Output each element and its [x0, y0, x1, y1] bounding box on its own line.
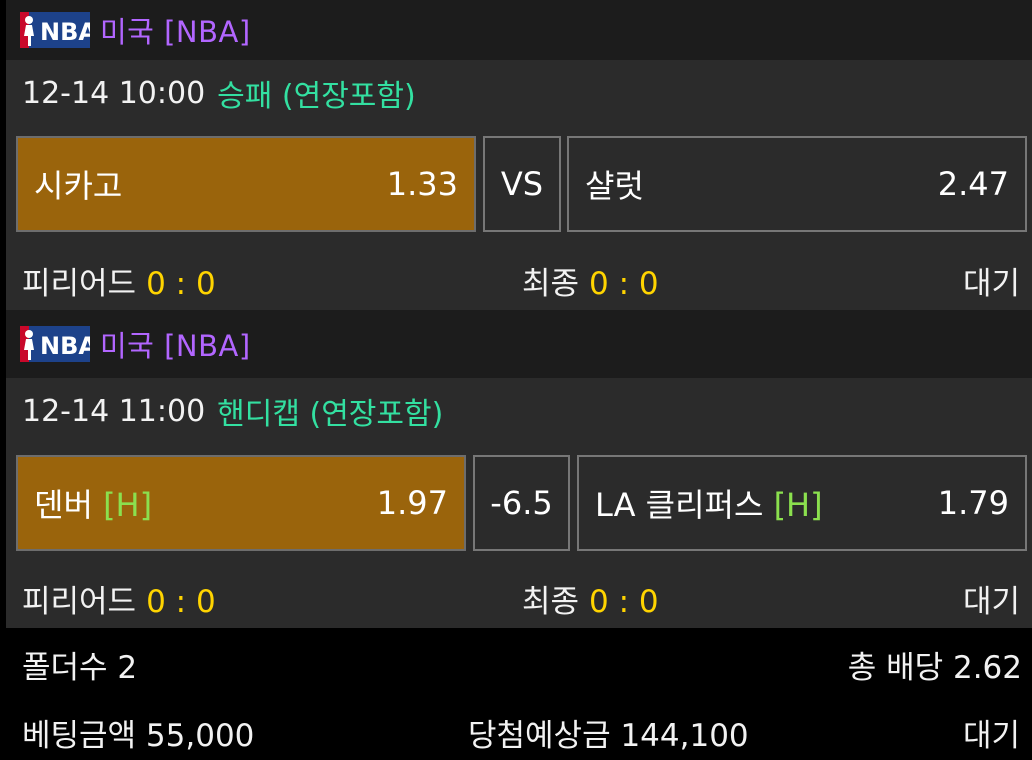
vs-label: VS	[483, 136, 561, 232]
bet-slip: NBA 미국 [NBA] 12-14 10:00 승패 (연장포함) 시카고 1…	[6, 0, 1032, 760]
handicap-tag: [H]	[773, 486, 823, 524]
bet-summary: 폴더수 2 총 배당 2.62 베팅금액 55,000 당첨예상금 144,10…	[6, 628, 1032, 760]
bet-options: 시카고 1.33 VS 샬럿 2.47	[6, 136, 1032, 232]
period-score: 피리어드 0 : 0	[22, 576, 216, 621]
away-team-label: LA 클리퍼스	[595, 486, 764, 524]
away-team-option[interactable]: 샬럿 2.47	[567, 136, 1027, 232]
home-team-option[interactable]: 덴버 [H] 1.97	[16, 455, 466, 551]
league-name: 미국 [NBA]	[100, 329, 251, 363]
bet-amount: 베팅금액 55,000	[22, 718, 255, 754]
match-datetime: 12-14 11:00	[22, 393, 206, 429]
league-name: 미국 [NBA]	[100, 15, 251, 49]
away-team-option[interactable]: LA 클리퍼스 [H] 1.79	[577, 455, 1027, 551]
period-score-value: 0 : 0	[146, 266, 216, 302]
svg-text:NBA: NBA	[40, 18, 90, 46]
folder-count: 폴더수 2	[22, 650, 138, 686]
league-header: NBA 미국 [NBA]	[6, 0, 1032, 60]
nba-logo-icon: NBA	[20, 12, 90, 48]
match-status: 대기	[962, 266, 1020, 302]
period-label: 피리어드	[22, 266, 137, 302]
league-header: NBA 미국 [NBA]	[6, 310, 1032, 378]
middle-label: VS	[500, 165, 544, 203]
market-type: 승패 (연장포함)	[217, 79, 416, 114]
period-label: 피리어드	[22, 584, 137, 620]
home-team-label: 덴버	[34, 486, 93, 524]
home-team-option[interactable]: 시카고 1.33	[16, 136, 476, 232]
final-label: 최종	[522, 266, 580, 302]
home-odds: 1.97	[376, 484, 448, 522]
total-odds: 총 배당 2.62	[847, 650, 1022, 686]
market-type: 핸디캡 (연장포함)	[217, 397, 444, 432]
home-odds: 1.33	[386, 165, 458, 203]
nba-logo-icon: NBA	[20, 326, 90, 362]
period-score: 피리어드 0 : 0	[22, 258, 216, 303]
bet-options: 덴버 [H] 1.97 -6.5 LA 클리퍼스 [H] 1.79	[6, 455, 1032, 551]
final-score-value: 0 : 0	[589, 266, 659, 302]
svg-text:NBA: NBA	[40, 332, 90, 360]
period-score-value: 0 : 0	[146, 584, 216, 620]
final-score: 최종 0 : 0	[522, 258, 659, 303]
match-info: 12-14 11:00 핸디캡 (연장포함)	[6, 376, 1032, 446]
home-team-name: 시카고	[34, 167, 123, 205]
away-odds: 2.47	[937, 165, 1009, 203]
final-label: 최종	[522, 584, 580, 620]
score-row: 피리어드 0 : 0 최종 0 : 0 대기	[6, 552, 1032, 636]
match-info: 12-14 10:00 승패 (연장포함)	[6, 58, 1032, 128]
match-datetime: 12-14 10:00	[22, 75, 206, 111]
final-score: 최종 0 : 0	[522, 576, 659, 621]
handicap-tag: [H]	[103, 486, 153, 524]
bet-status: 대기	[962, 718, 1020, 754]
away-odds: 1.79	[937, 484, 1009, 522]
match-status: 대기	[962, 584, 1020, 620]
expected-winnings: 당첨예상금 144,100	[468, 718, 749, 754]
away-team-name: 샬럿	[585, 167, 644, 205]
handicap-line: -6.5	[473, 455, 570, 551]
home-team-name: 덴버 [H]	[34, 480, 377, 526]
away-team-name: LA 클리퍼스 [H]	[595, 480, 938, 526]
score-row: 피리어드 0 : 0 최종 0 : 0 대기	[6, 234, 1032, 318]
final-score-value: 0 : 0	[589, 584, 659, 620]
middle-label: -6.5	[490, 484, 553, 522]
